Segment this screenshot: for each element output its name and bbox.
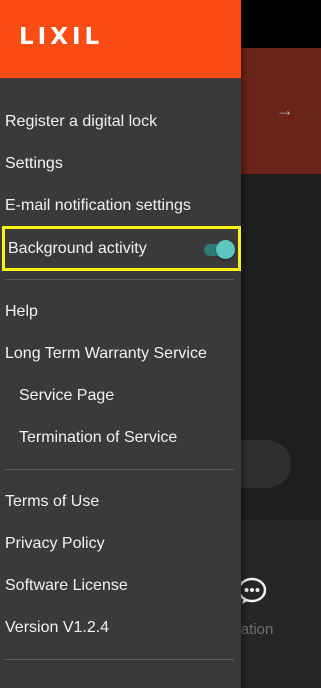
menu-item-long-term-warranty-service[interactable]: Long Term Warranty Service bbox=[0, 334, 241, 374]
menu-item-label: Service Page bbox=[19, 387, 115, 404]
menu-item-register-digital-lock[interactable]: Register a digital lock bbox=[0, 102, 241, 142]
chat-bubble-icon[interactable] bbox=[237, 576, 267, 606]
menu-item-label: Software License bbox=[5, 577, 128, 594]
menu-item-label: Register a digital lock bbox=[5, 113, 158, 130]
menu-item-label: Privacy Policy bbox=[5, 535, 105, 552]
menu-item-label: E-mail notification settings bbox=[5, 197, 191, 214]
menu-item-label: Help bbox=[5, 303, 38, 320]
menu-item-version: Version V1.2.4 bbox=[0, 608, 241, 648]
toggle-knob bbox=[216, 240, 235, 259]
background-activity-label: Background activity bbox=[8, 240, 147, 257]
menu-item-privacy-policy[interactable]: Privacy Policy bbox=[0, 524, 241, 564]
background-activity-toggle[interactable] bbox=[204, 238, 236, 260]
app-screen: → ication LIXIL Register a digital lock … bbox=[0, 0, 321, 688]
menu-item-settings[interactable]: Settings bbox=[0, 144, 241, 184]
menu-item-label: Long Term Warranty Service bbox=[5, 345, 207, 362]
divider bbox=[5, 659, 234, 660]
arrow-right-icon[interactable]: → bbox=[276, 100, 294, 120]
menu-item-label: Terms of Use bbox=[5, 493, 100, 510]
menu-item-terms-of-use[interactable]: Terms of Use bbox=[0, 482, 241, 522]
menu-item-label: Termination of Service bbox=[19, 429, 178, 446]
lixil-logo: LIXIL bbox=[19, 24, 104, 50]
menu-item-label: Settings bbox=[5, 155, 63, 172]
background-activity-row[interactable]: Background activity bbox=[2, 226, 241, 271]
background-tab-label: ication bbox=[230, 621, 274, 638]
version-label: Version V1.2.4 bbox=[5, 619, 110, 636]
menu-item-software-license[interactable]: Software License bbox=[0, 566, 241, 606]
menu-item-email-notification-settings[interactable]: E-mail notification settings bbox=[0, 186, 241, 226]
menu-item-help[interactable]: Help bbox=[0, 292, 241, 332]
menu-item-termination-of-service[interactable]: Termination of Service bbox=[0, 418, 241, 458]
navigation-drawer: LIXIL Register a digital lock Settings E… bbox=[0, 0, 241, 688]
divider bbox=[5, 469, 234, 470]
menu-item-service-page[interactable]: Service Page bbox=[0, 376, 241, 416]
divider bbox=[5, 279, 234, 280]
drawer-header: LIXIL bbox=[0, 0, 241, 78]
